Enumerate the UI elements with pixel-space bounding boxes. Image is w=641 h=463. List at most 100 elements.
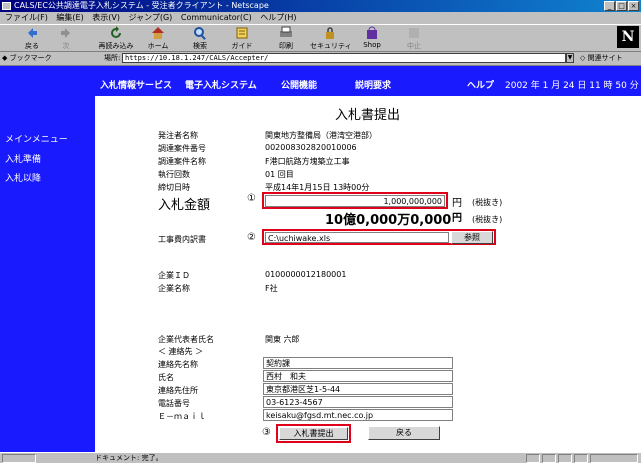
- menu-edit[interactable]: 編集(E): [56, 13, 83, 22]
- address-input[interactable]: 東京都港区芝1-5-44: [263, 383, 453, 395]
- breakdown-label: 工事費内訳書: [158, 235, 206, 244]
- minimize-button[interactable]: _: [604, 1, 615, 11]
- print-icon: [280, 26, 292, 37]
- navigation-toolbar: 戻る 次 再読み込み ホーム 検索 ガイド 印刷 セキュリティ Shop 中止: [0, 24, 641, 52]
- back-icon: [28, 28, 37, 38]
- representative-label: 企業代表者氏名: [158, 335, 214, 344]
- company-id-value: 0100000012180001: [265, 270, 347, 279]
- window-titlebar: CALS/EC公共調達電子入札システム - 受注者クライアント - Netsca…: [0, 0, 641, 12]
- top-nav: 入札情報サービス 電子入札システム 公開機能 説明要求 ヘルプ 2002 年 1…: [95, 66, 641, 96]
- nav-public-functions[interactable]: 公開機能: [281, 78, 317, 91]
- company-id-label: 企業ＩＤ: [158, 271, 190, 280]
- netscape-logo: N: [617, 26, 639, 48]
- reload-icon: [111, 26, 121, 38]
- app-icon: [2, 2, 11, 10]
- security-button[interactable]: セキュリティ: [310, 26, 352, 52]
- status-cell-1: [526, 454, 540, 463]
- maximize-button[interactable]: □: [616, 1, 627, 11]
- status-cell-3: [558, 454, 572, 463]
- status-text: ドキュメント: 完了。: [95, 454, 163, 462]
- tax-note: (税抜き): [472, 198, 503, 207]
- case-number-value: 002008302820010006: [265, 143, 357, 152]
- browse-button[interactable]: 参照: [451, 231, 493, 244]
- case-name-label: 調達案件名称: [158, 157, 206, 166]
- stop-button[interactable]: 中止: [394, 26, 434, 52]
- related-sites-button[interactable]: ◇ 関連サイト: [580, 52, 623, 64]
- close-button[interactable]: ×: [628, 1, 639, 11]
- datetime: 2002 年 1 月 24 日 11 時 50 分: [505, 81, 639, 91]
- location-bar: ◆ ブックマーク 場所: https://10.18.1.247/CALS/Ac…: [0, 52, 641, 64]
- nav-bid-info[interactable]: 入札情報サービス: [100, 78, 172, 91]
- reload-button[interactable]: 再読み込み: [96, 26, 136, 52]
- menu-file[interactable]: ファイル(F): [5, 13, 48, 22]
- bid-amount-kanji: 10億0,000万0,000: [325, 213, 452, 228]
- submit-bid-button[interactable]: 入札書提出: [279, 427, 348, 440]
- phone-input[interactable]: 03-6123-4567: [263, 396, 453, 408]
- email-input[interactable]: keisaku@fgsd.mt.nec.co.jp: [263, 409, 453, 421]
- deadline-label: 締切日時: [158, 183, 190, 192]
- menu-communicator[interactable]: Communicator(C): [181, 13, 252, 22]
- home-button[interactable]: ホーム: [138, 26, 178, 52]
- representative-value: 関東 六郎: [265, 335, 300, 344]
- tax-note-2: (税抜き): [472, 215, 503, 224]
- url-dropdown-icon[interactable]: ▼: [566, 53, 574, 63]
- marker-2: ②: [247, 232, 256, 243]
- guide-button[interactable]: ガイド: [222, 26, 262, 52]
- search-icon: [194, 27, 206, 40]
- search-button[interactable]: 検索: [180, 26, 220, 52]
- menu-go[interactable]: ジャンプ(G): [129, 13, 173, 22]
- status-cell-2: [542, 454, 556, 463]
- nav-help[interactable]: ヘルプ: [467, 78, 494, 91]
- person-name-label: 氏名: [158, 373, 174, 382]
- lock-icon: [326, 27, 334, 39]
- currency-yen: 円: [452, 198, 462, 209]
- nav-e-bid-system[interactable]: 電子入札システム: [185, 78, 257, 91]
- guide-icon: [236, 27, 248, 39]
- currency-yen-2: 円: [452, 213, 462, 224]
- breakdown-file-input[interactable]: C:\uchiwake.xls: [265, 232, 449, 243]
- shop-button[interactable]: Shop: [352, 26, 392, 52]
- sidebar-item-bid-prep[interactable]: 入札準備: [5, 152, 41, 165]
- marker-1: ①: [247, 193, 256, 204]
- home-icon: [152, 27, 164, 39]
- case-number-label: 調達案件番号: [158, 144, 206, 153]
- bid-amount-input[interactable]: 1,000,000,000: [265, 195, 445, 207]
- contact-name-label: 連絡先名称: [158, 360, 198, 369]
- window-title: CALS/EC公共調達電子入札システム - 受注者クライアント - Netsca…: [14, 1, 269, 10]
- forward-icon: [61, 28, 70, 38]
- url-input[interactable]: https://10.18.1.247/CALS/Accepter/: [122, 53, 566, 63]
- shop-icon: [367, 26, 377, 39]
- stop-icon: [409, 28, 419, 38]
- menu-view[interactable]: 表示(V): [92, 13, 120, 22]
- status-cell-4: [574, 454, 588, 463]
- nav-explanation-request[interactable]: 説明要求: [355, 78, 391, 91]
- menu-help[interactable]: ヘルプ(H): [260, 13, 296, 22]
- sidebar-item-main-menu[interactable]: メインメニュー: [5, 132, 68, 145]
- back-page-button[interactable]: 戻る: [368, 426, 440, 440]
- company-name-value: F社: [265, 284, 278, 293]
- orderer-name-value: 関東地方整備局（港湾空港部）: [265, 131, 377, 140]
- bid-amount-label: 入札金額: [158, 198, 211, 213]
- case-name-value: F港口航路方塊築立工事: [265, 157, 350, 166]
- security-status-icon: [2, 454, 36, 463]
- person-name-input[interactable]: 西村 和夫: [263, 370, 453, 382]
- bookmark-button[interactable]: ◆ ブックマーク: [2, 52, 52, 64]
- status-bar: ドキュメント: 完了。: [0, 452, 641, 463]
- status-cell-5: [590, 454, 638, 463]
- sidebar: メインメニュー 入札準備 入札以降: [0, 66, 95, 452]
- print-button[interactable]: 印刷: [266, 26, 306, 52]
- page-title: 入札書提出: [335, 108, 401, 123]
- sidebar-item-after-bid[interactable]: 入札以降: [5, 171, 41, 184]
- round-label: 執行回数: [158, 170, 190, 179]
- company-name-label: 企業名称: [158, 284, 190, 293]
- orderer-name-label: 発注者名称: [158, 131, 198, 140]
- marker-3: ③: [262, 427, 271, 438]
- email-label: Ｅ－ｍａｉｌ: [158, 412, 206, 421]
- address-label: 連絡先住所: [158, 386, 198, 395]
- forward-button[interactable]: 次: [46, 26, 86, 52]
- menubar: ファイル(F) 編集(E) 表示(V) ジャンプ(G) Communicator…: [0, 12, 641, 24]
- contact-header: ＜ 連絡先 ＞: [158, 347, 204, 356]
- round-value: 01 回目: [265, 170, 294, 179]
- contact-name-input[interactable]: 契約課: [263, 357, 453, 369]
- page-content: メインメニュー 入札準備 入札以降 入札情報サービス 電子入札システム 公開機能…: [0, 65, 641, 452]
